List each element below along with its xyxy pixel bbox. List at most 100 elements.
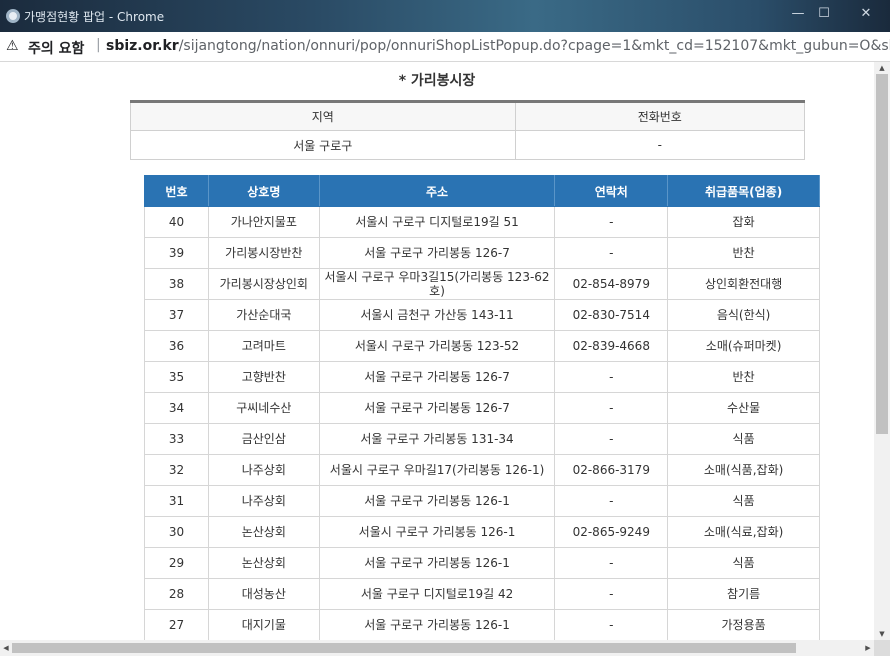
- cell-contact: -: [554, 392, 669, 424]
- scrollbar-corner: [874, 640, 890, 656]
- cell-shop-name: 대지기물: [207, 609, 320, 640]
- url-text[interactable]: sbiz.or.kr/sijangtong/nation/onnuri/pop/…: [106, 38, 890, 54]
- market-info-table: 지역 전화번호 서울 구로구 -: [130, 100, 806, 160]
- table-row: 38 가리봉시장상인회 서울시 구로구 우마3길15(가리봉동 123-62호) 02…: [144, 268, 820, 300]
- cell-number: 31: [144, 485, 209, 517]
- table-row: 40 가나안지물포 서울시 구로구 디지털로19길 51- 잡화: [144, 206, 820, 238]
- cell-shop-name: 가리봉시장상인회: [207, 268, 320, 300]
- shop-list-table: 번호 상호명 주소 연락처 취급품목(업종) 40 가나안지물포 서울시 구로구 디…: [144, 175, 820, 640]
- cell-shop-name: 가산순대국: [207, 299, 320, 331]
- cell-category: 반찬: [667, 237, 820, 269]
- cell-address: 서울시 금천구 가산동 143-11: [318, 299, 556, 331]
- cell-address: 서울 구로구 가리봉동 126-1: [318, 485, 556, 517]
- cell-address: 서울 구로구 디지털로19길 42: [318, 578, 556, 610]
- cell-address: 서울 구로구 가리봉동 126-1: [318, 547, 556, 579]
- table-row: 31 나주상회 서울 구로구 가리봉동 126-1- 식품: [144, 485, 820, 517]
- address-separator: |: [96, 37, 101, 53]
- info-phone-value: -: [514, 130, 806, 160]
- cell-contact: -: [554, 485, 669, 517]
- address-bar[interactable]: ⚠ 주의 요함 | sbiz.or.kr/sijangtong/nation/o…: [0, 32, 890, 62]
- table-row: 34 구씨네수산 서울 구로구 가리봉동 126-7- 수산물: [144, 392, 820, 424]
- cell-number: 40: [144, 206, 209, 238]
- cell-category: 식품: [667, 485, 820, 517]
- cell-contact: -: [554, 237, 669, 269]
- cell-contact: -: [554, 578, 669, 610]
- cell-contact: -: [554, 423, 669, 455]
- cell-address: 서울 구로구 가리봉동 131-34: [318, 423, 556, 455]
- cell-shop-name: 금산인삼: [207, 423, 320, 455]
- cell-number: 29: [144, 547, 209, 579]
- cell-category: 소매(식품,잡화): [667, 454, 820, 486]
- cell-shop-name: 고향반찬: [207, 361, 320, 393]
- scroll-right-arrow-icon[interactable]: ▶: [862, 640, 874, 656]
- cell-number: 37: [144, 299, 209, 331]
- window-title: 가맹점현황 팝업 - Chrome: [24, 10, 165, 24]
- horizontal-scrollbar[interactable]: ◀ ▶: [0, 640, 874, 656]
- cell-category: 참기름: [667, 578, 820, 610]
- cell-category: 가정용품: [667, 609, 820, 640]
- scroll-down-arrow-icon[interactable]: ▼: [874, 628, 890, 640]
- vertical-scrollbar[interactable]: ▲ ▼: [874, 62, 890, 640]
- scroll-left-arrow-icon[interactable]: ◀: [0, 640, 12, 656]
- cell-number: 33: [144, 423, 209, 455]
- cell-category: 상인회환전대행: [667, 268, 820, 300]
- cell-shop-name: 나주상회: [207, 454, 320, 486]
- cell-contact: -: [554, 361, 669, 393]
- cell-address: 서울 구로구 가리봉동 126-1: [318, 609, 556, 640]
- horizontal-scroll-thumb[interactable]: [12, 643, 796, 653]
- vertical-scroll-thumb[interactable]: [876, 74, 888, 434]
- cell-shop-name: 고려마트: [207, 330, 320, 362]
- minimize-button[interactable]: —: [790, 6, 806, 22]
- cell-shop-name: 가리봉시장반찬: [207, 237, 320, 269]
- maximize-button[interactable]: ☐: [816, 6, 832, 22]
- cell-address: 서울 구로구 가리봉동 126-7: [318, 237, 556, 269]
- chrome-icon: [6, 9, 20, 23]
- market-title: * 가리봉시장: [398, 73, 476, 89]
- cell-address: 서울시 구로구 디지털로19길 51: [318, 206, 556, 238]
- cell-number: 30: [144, 516, 209, 548]
- cell-shop-name: 나주상회: [207, 485, 320, 517]
- page-content: * 가리봉시장 지역 전화번호 서울 구로구 - 번호 상호명 주소 연락처 취…: [0, 62, 874, 640]
- table-row: 35 고향반찬 서울 구로구 가리봉동 126-7- 반찬: [144, 361, 820, 393]
- cell-contact: 02-865-9249: [554, 516, 669, 548]
- cell-shop-name: 대성농산: [207, 578, 320, 610]
- cell-number: 35: [144, 361, 209, 393]
- cell-address: 서울 구로구 가리봉동 126-7: [318, 392, 556, 424]
- cell-contact: 02-866-3179: [554, 454, 669, 486]
- table-row: 29 논산상회 서울 구로구 가리봉동 126-1- 식품: [144, 547, 820, 579]
- header-number: 번호: [144, 175, 209, 207]
- cell-category: 수산물: [667, 392, 820, 424]
- url-path: /sijangtong/nation/onnuri/pop/onnuriShop…: [178, 38, 890, 54]
- scroll-up-arrow-icon[interactable]: ▲: [874, 62, 890, 74]
- info-header-phone: 전화번호: [514, 101, 806, 131]
- cell-number: 38: [144, 268, 209, 300]
- cell-shop-name: 논산상회: [207, 547, 320, 579]
- table-row: 28 대성농산 서울 구로구 디지털로19길 42- 참기름: [144, 578, 820, 610]
- table-row: 39 가리봉시장반찬 서울 구로구 가리봉동 126-7- 반찬: [144, 237, 820, 269]
- cell-address: 서울시 구로구 가리봉동 123-52: [318, 330, 556, 362]
- window-titlebar: 가맹점현황 팝업 - Chrome — ☐ ✕: [0, 0, 890, 32]
- info-region-value: 서울 구로구: [130, 130, 516, 160]
- table-row: 33 금산인삼 서울 구로구 가리봉동 131-34- 식품: [144, 423, 820, 455]
- cell-shop-name: 가나안지물포: [207, 206, 320, 238]
- cell-category: 소매(슈퍼마켓): [667, 330, 820, 362]
- cell-contact: -: [554, 547, 669, 579]
- cell-address: 서울시 구로구 우마3길15(가리봉동 123-62호): [318, 268, 556, 300]
- security-warning-label[interactable]: 주의 요함: [28, 38, 84, 58]
- cell-contact: -: [554, 206, 669, 238]
- cell-contact: 02-830-7514: [554, 299, 669, 331]
- cell-category: 식품: [667, 547, 820, 579]
- close-button[interactable]: ✕: [858, 6, 874, 22]
- header-category: 취급품목(업종): [667, 175, 820, 207]
- cell-address: 서울 구로구 가리봉동 126-7: [318, 361, 556, 393]
- cell-category: 반찬: [667, 361, 820, 393]
- cell-category: 음식(한식): [667, 299, 820, 331]
- cell-category: 식품: [667, 423, 820, 455]
- cell-number: 27: [144, 609, 209, 640]
- table-row: 37 가산순대국 서울시 금천구 가산동 143-11 02-830-7514 음식(한…: [144, 299, 820, 331]
- cell-contact: 02-854-8979: [554, 268, 669, 300]
- table-row: 27 대지기물 서울 구로구 가리봉동 126-1- 가정용품: [144, 609, 820, 640]
- cell-number: 39: [144, 237, 209, 269]
- cell-contact: 02-839-4668: [554, 330, 669, 362]
- warning-icon[interactable]: ⚠: [6, 38, 19, 54]
